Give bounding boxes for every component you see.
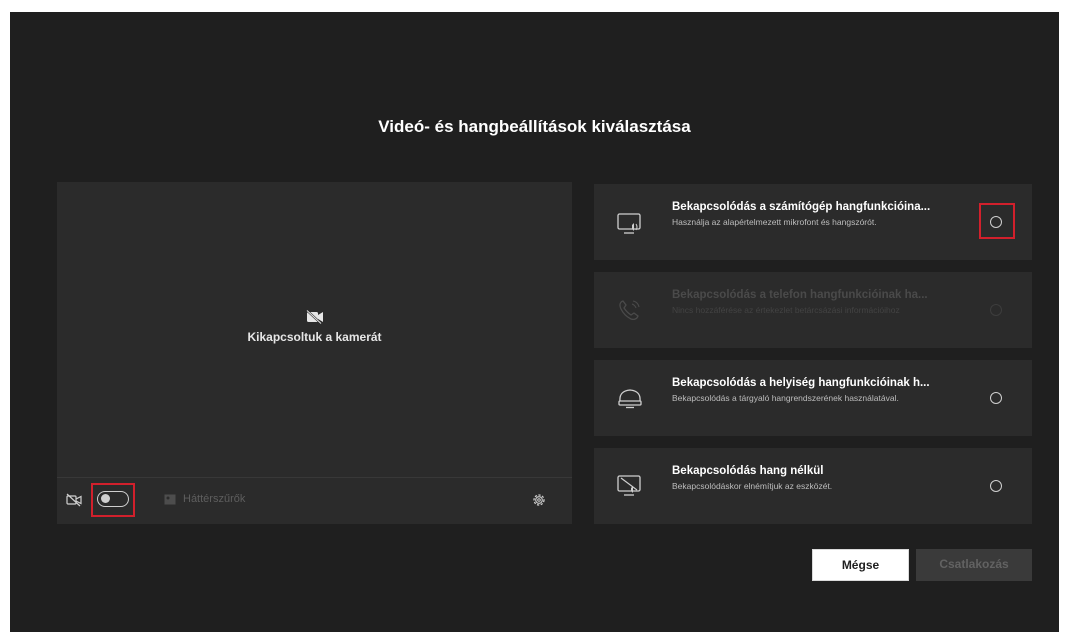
gear-icon[interactable] <box>531 492 547 508</box>
background-filters-button[interactable]: Háttérszűrők <box>183 493 245 505</box>
camera-off-placeholder: Kikapcsoltuk a kamerát <box>57 310 572 344</box>
video-off-icon <box>305 310 323 324</box>
audio-option-title: Bekapcsolódás hang nélkül <box>672 465 824 477</box>
audio-option-description: Bekapcsolódáskor elnémítjuk az eszközét. <box>672 481 833 491</box>
join-button[interactable]: Csatlakozás <box>916 549 1032 581</box>
audio-option-title: Bekapcsolódás a számítógép hangfunkcióin… <box>672 201 931 213</box>
audio-option-radio[interactable] <box>990 216 1002 228</box>
audio-option-description: Használja az alapértelmezett mikrofont é… <box>672 217 877 227</box>
phone-icon <box>619 300 640 321</box>
dialog-title: Videó- és hangbeállítások kiválasztása <box>378 117 691 136</box>
cancel-button[interactable]: Mégse <box>812 549 909 581</box>
camera-off-small-icon <box>66 493 82 507</box>
video-preview-panel: Kikapcsoltuk a kamerát Háttérszűrők <box>57 182 572 524</box>
computer-audio-icon <box>617 213 641 234</box>
audio-option-radio[interactable] <box>990 392 1002 404</box>
audio-option-title: Bekapcsolódás a telefon hangfunkcióinak … <box>672 289 928 301</box>
camera-toggle[interactable] <box>97 491 129 507</box>
audio-option-description: Bekapcsolódás a tárgyaló hangrendszeréne… <box>672 393 899 403</box>
camera-toggle-knob <box>101 494 110 503</box>
audio-option-computer[interactable]: Bekapcsolódás a számítógép hangfunkcióin… <box>594 184 1032 260</box>
camera-off-label: Kikapcsoltuk a kamerát <box>247 330 382 344</box>
audio-option-title: Bekapcsolódás a helyiség hangfunkcióinak… <box>672 377 930 389</box>
no-audio-icon <box>617 475 641 496</box>
preview-toolbar: Háttérszűrők <box>57 477 572 524</box>
dialog-window: Videó- és hangbeállítások kiválasztása K… <box>10 12 1059 632</box>
audio-option-description: Nincs hozzáférése az értekezlet betárcsá… <box>672 305 900 315</box>
audio-option-room[interactable]: Bekapcsolódás a helyiség hangfunkcióinak… <box>594 360 1032 436</box>
audio-option-phone: Bekapcsolódás a telefon hangfunkcióinak … <box>594 272 1032 348</box>
audio-option-radio <box>990 304 1002 316</box>
room-audio-icon <box>618 389 642 409</box>
audio-option-no-audio[interactable]: Bekapcsolódás hang nélkül Bekapcsolódásk… <box>594 448 1032 524</box>
background-filters-icon <box>164 494 176 505</box>
audio-option-radio[interactable] <box>990 480 1002 492</box>
